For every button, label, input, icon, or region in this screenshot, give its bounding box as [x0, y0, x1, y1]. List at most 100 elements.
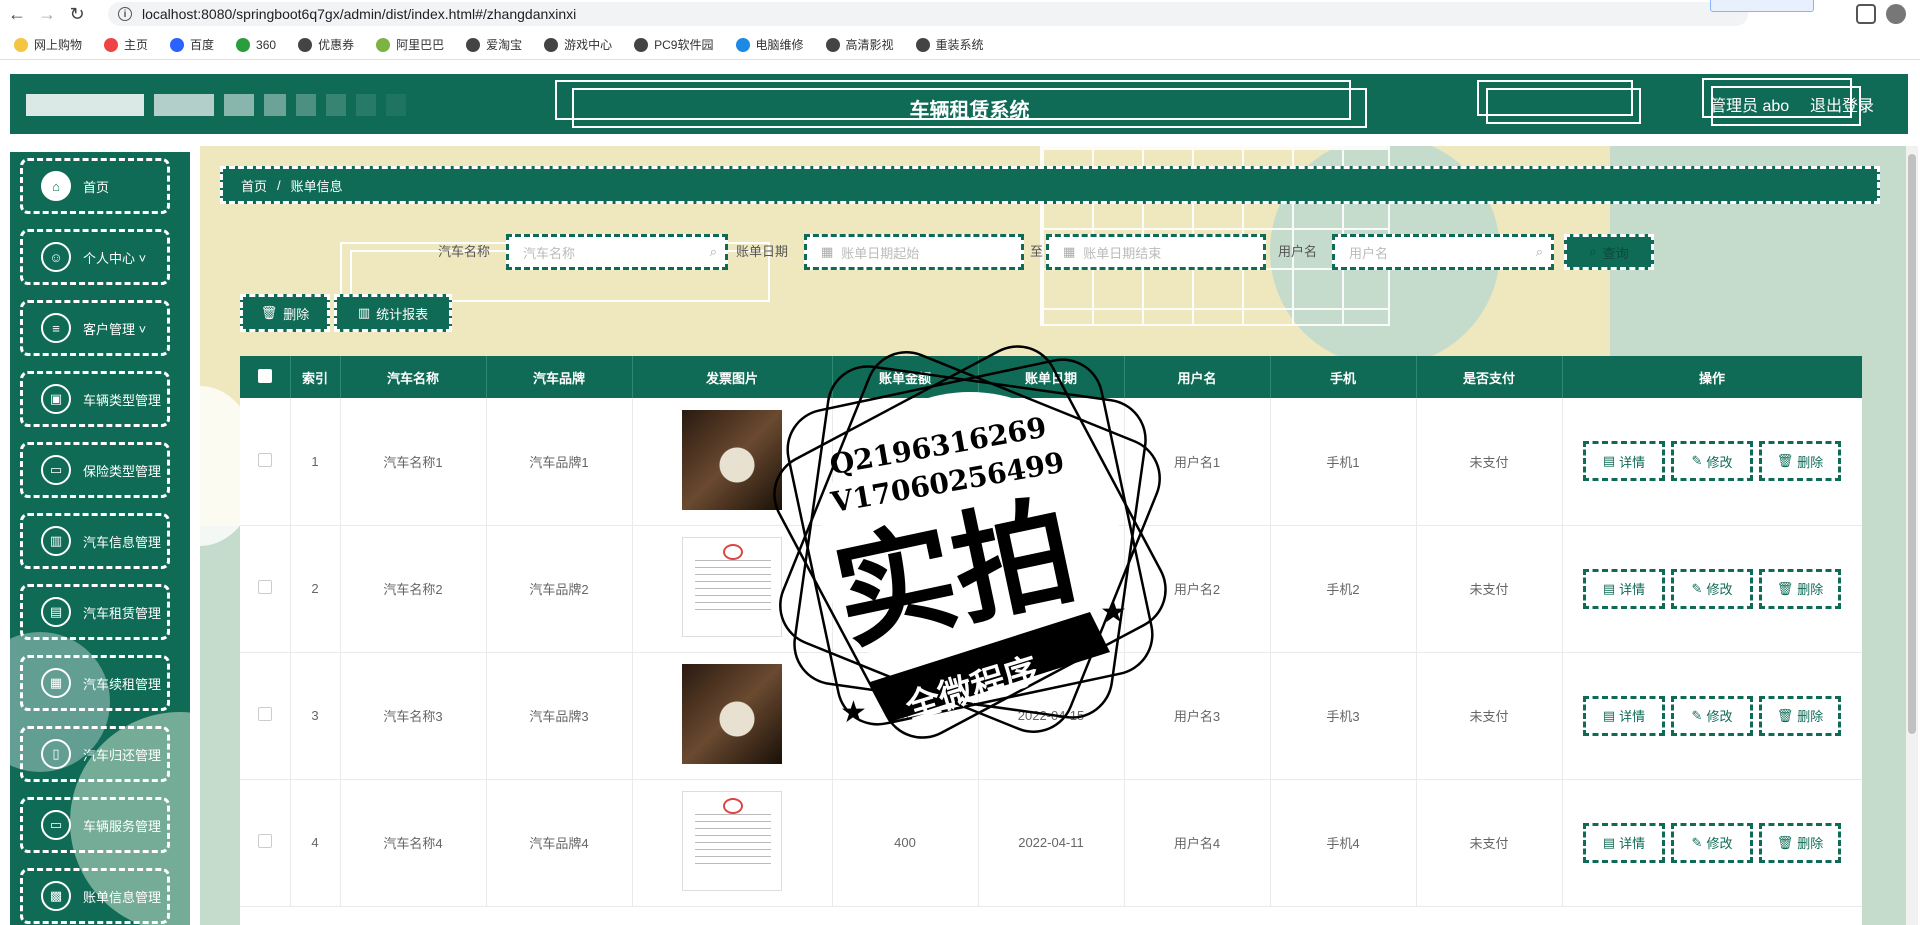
edit-button[interactable]: ✎ 修改: [1671, 441, 1753, 482]
briefcase-icon: ▣: [41, 384, 71, 414]
back-icon[interactable]: ←: [4, 1, 30, 27]
sidebar-item-6[interactable]: ▤ 汽车租赁管理: [20, 584, 170, 640]
sidebar-item-5[interactable]: ▥ 汽车信息管理: [20, 513, 170, 569]
sidebar-item-3[interactable]: ▣ 车辆类型管理: [20, 371, 170, 427]
detail-button[interactable]: ▤ 详情: [1583, 568, 1665, 609]
decor-frame: [1486, 88, 1641, 124]
delete-button[interactable]: 🗑 删除: [1759, 568, 1841, 609]
forward-icon[interactable]: →: [34, 1, 60, 27]
monitor-icon: ▭: [41, 455, 71, 485]
col-username: 用户名: [1124, 356, 1271, 398]
bookmark-item[interactable]: 网上购物: [14, 36, 82, 53]
bookmark-item[interactable]: 360: [236, 37, 276, 52]
invoice-image[interactable]: [682, 409, 782, 510]
bookmark-item[interactable]: 重装系统: [915, 36, 984, 53]
cell-bill-date: 2022-04-15: [978, 652, 1125, 780]
bookmark-item[interactable]: 高清影视: [825, 36, 894, 53]
invoice-image[interactable]: [682, 537, 782, 637]
query-button[interactable]: ⌕ 查询: [1564, 234, 1654, 270]
address-bar[interactable]: i localhost:8080/springboot6q7gx/admin/d…: [108, 2, 1748, 26]
col-actions: 操作: [1562, 356, 1862, 398]
profile-avatar[interactable]: [1886, 4, 1906, 24]
date-start-input[interactable]: ▦ 账单日期起始: [804, 234, 1024, 270]
invoice-image[interactable]: [682, 791, 782, 891]
username-input[interactable]: 用户名 ⌕: [1332, 234, 1554, 270]
batch-delete-button[interactable]: 🗑 删除: [240, 294, 330, 332]
cell-amount: [832, 525, 979, 653]
sidebar-item-2[interactable]: ≡ 客户管理 ˅: [20, 300, 170, 356]
bookmark-icon: [915, 37, 930, 52]
cell-phone: 手机1: [1270, 398, 1417, 526]
calendar-icon: ▦: [821, 244, 834, 259]
cell-amount: 100: [832, 398, 979, 526]
delete-button[interactable]: 🗑 删除: [1759, 441, 1841, 482]
breadcrumb-home[interactable]: 首页: [241, 176, 267, 195]
col-car-brand: 汽车品牌: [486, 356, 633, 398]
detail-button[interactable]: ▤ 详情: [1583, 441, 1665, 482]
table-row: 1 汽车名称1 汽车品牌1 100 用户名1 手机1 未支付 ▤ 详情 ✎ 修改 🗑 删除: [240, 398, 1862, 526]
bookmark-item[interactable]: 爱淘宝: [466, 36, 522, 53]
row-checkbox[interactable]: [257, 452, 272, 467]
sidebar-item-0[interactable]: ⌂ 首页: [20, 158, 170, 214]
cell-username: 用户名2: [1124, 525, 1271, 653]
detail-button[interactable]: ▤ 详情: [1583, 822, 1665, 863]
trash-icon: 🗑: [260, 305, 278, 320]
cell-actions: ▤ 详情 ✎ 修改 🗑 删除: [1562, 652, 1862, 780]
cell-paid-status: 未支付: [1416, 779, 1563, 907]
sidebar-item-8[interactable]: ▯ 汽车归还管理: [20, 726, 170, 782]
bookmark-item[interactable]: PC9软件园: [634, 36, 714, 53]
cell-car-name: 汽车名称4: [340, 779, 487, 907]
site-info-icon[interactable]: i: [118, 7, 132, 21]
select-all-checkbox[interactable]: [257, 368, 272, 383]
pencil-icon: ✎: [1691, 453, 1703, 469]
bookmark-item[interactable]: 优惠券: [298, 36, 354, 53]
edit-button[interactable]: ✎ 修改: [1671, 568, 1753, 609]
col-bill-date: 账单日期: [978, 356, 1125, 398]
cell-index: 4: [290, 779, 341, 907]
document-icon: ▤: [1602, 580, 1616, 596]
search-icon: ⌕: [1535, 244, 1543, 259]
sidebar-item-4[interactable]: ▭ 保险类型管理: [20, 442, 170, 498]
bookmark-item[interactable]: 主页: [104, 36, 148, 53]
detail-button[interactable]: ▤ 详情: [1583, 695, 1665, 736]
sidebar-item-7[interactable]: ▦ 汽车续租管理: [20, 655, 170, 711]
sidebar-item-10[interactable]: ▩ 账单信息管理: [20, 868, 170, 924]
cell-car-name: 汽车名称3: [340, 652, 487, 780]
row-checkbox[interactable]: [257, 834, 272, 848]
edit-button[interactable]: ✎ 修改: [1671, 695, 1753, 736]
sidebar-item-1[interactable]: ☺ 个人中心 ˅: [20, 229, 170, 285]
cell-phone: 手机2: [1270, 525, 1417, 653]
delete-button[interactable]: 🗑 删除: [1759, 695, 1841, 736]
bookmark-item[interactable]: 游戏中心: [544, 36, 612, 53]
bookmark-item[interactable]: 阿里巴巴: [376, 36, 444, 53]
sidebar: ⌂ 首页 ☺ 个人中心 ˅ ≡ 客户管理 ˅ ▣ 车辆类型管理 ▭ 保险类型管理 ▥ 汽车信息管理 ▤ 汽…: [10, 152, 190, 925]
cell-username: 用户名1: [1124, 398, 1271, 526]
reload-icon[interactable]: ↻: [64, 1, 90, 27]
user-icon: ☺: [41, 242, 71, 272]
list-icon: ≡: [41, 313, 71, 343]
invoice-image[interactable]: [682, 664, 782, 764]
sidebar-item-label: 客户管理 ˅: [83, 321, 147, 337]
date-end-input[interactable]: ▦ 账单日期结束: [1046, 234, 1266, 270]
cell-car-brand: 汽车品牌1: [486, 398, 633, 526]
car-name-input[interactable]: 汽车名称 ⌕: [506, 234, 728, 270]
bookmark-item[interactable]: 百度: [170, 36, 214, 53]
page-scrollbar[interactable]: [1906, 146, 1918, 925]
pencil-icon: ✎: [1691, 707, 1703, 723]
side-panel-icon[interactable]: [1856, 4, 1876, 24]
breadcrumb-current: 账单信息: [290, 178, 343, 194]
bookmark-item[interactable]: 电脑维修: [735, 36, 804, 53]
delete-button[interactable]: 🗑 删除: [1759, 822, 1841, 863]
row-checkbox[interactable]: [257, 580, 272, 594]
logout-link[interactable]: 退出登录: [1810, 92, 1874, 116]
row-checkbox[interactable]: [257, 707, 272, 721]
report-button[interactable]: ▥ 统计报表: [334, 294, 452, 332]
col-paid: 是否支付: [1416, 356, 1563, 398]
sidebar-item-label: 个人中心 ˅: [83, 250, 147, 266]
username-label: 用户名: [1278, 244, 1318, 259]
scroll-thumb[interactable]: [1908, 154, 1916, 734]
sidebar-item-9[interactable]: ▭ 车辆服务管理: [20, 797, 170, 853]
edit-button[interactable]: ✎ 修改: [1671, 822, 1753, 863]
bookmark-icon: [376, 37, 391, 52]
cell-car-brand: 汽车品牌4: [486, 779, 633, 907]
